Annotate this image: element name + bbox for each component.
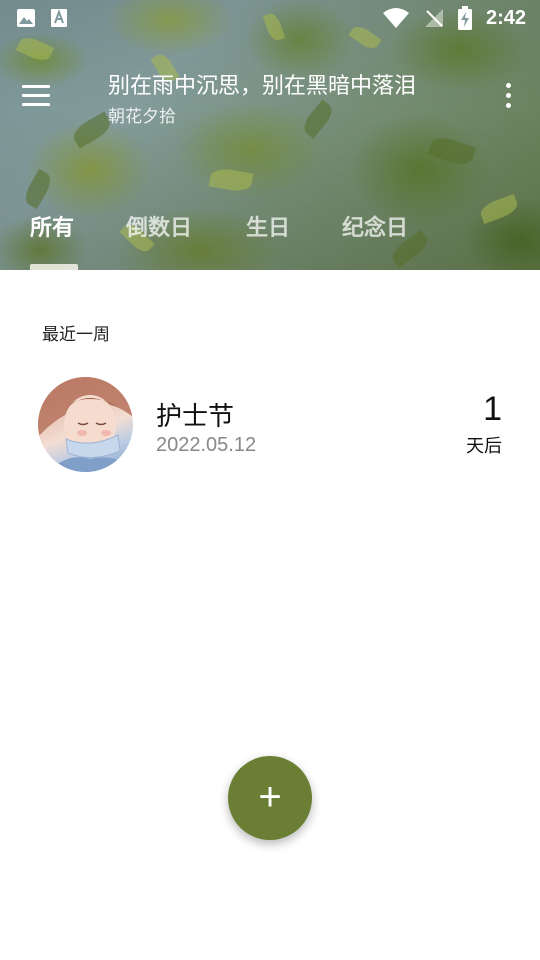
event-days-unit: 天后 xyxy=(466,436,502,457)
status-time: 2:42 xyxy=(485,6,526,29)
add-event-button[interactable]: + xyxy=(228,756,312,840)
wifi-icon xyxy=(382,7,410,29)
nurse-avatar xyxy=(38,377,133,472)
section-title: 最近一周 xyxy=(42,325,110,345)
page-title: 别在雨中沉思，别在黑暗中落泪 xyxy=(108,74,417,99)
no-signal-icon xyxy=(424,8,444,28)
image-icon xyxy=(16,8,36,28)
event-name: 护士节 xyxy=(156,402,235,432)
title-block: 别在雨中沉思，别在黑暗中落泪 朝花夕拾 xyxy=(108,68,416,127)
event-days-count: 1 xyxy=(483,390,502,428)
event-date: 2022.05.12 xyxy=(156,434,257,456)
toolbar: 别在雨中沉思，别在黑暗中落泪 朝花夕拾 xyxy=(0,60,540,130)
tab-countdown[interactable]: 倒数日 xyxy=(126,210,192,242)
page-subtitle: 朝花夕拾 xyxy=(108,107,176,127)
tab-anniversary[interactable]: 纪念日 xyxy=(342,210,408,242)
tab-birthday[interactable]: 生日 xyxy=(246,210,290,242)
text-a-icon xyxy=(50,8,68,28)
tab-indicator xyxy=(30,264,78,270)
tab-all[interactable]: 所有 xyxy=(30,210,74,242)
hamburger-menu-icon[interactable] xyxy=(22,78,62,112)
battery-charging-icon xyxy=(457,6,472,30)
list-item[interactable]: 护士节 2022.05.12 1 天后 xyxy=(0,372,540,476)
plus-icon: + xyxy=(258,774,282,819)
status-bar: 2:42 xyxy=(0,0,540,36)
more-vertical-icon[interactable] xyxy=(498,78,518,112)
tab-bar: 所有 倒数日 生日 纪念日 xyxy=(0,204,540,270)
